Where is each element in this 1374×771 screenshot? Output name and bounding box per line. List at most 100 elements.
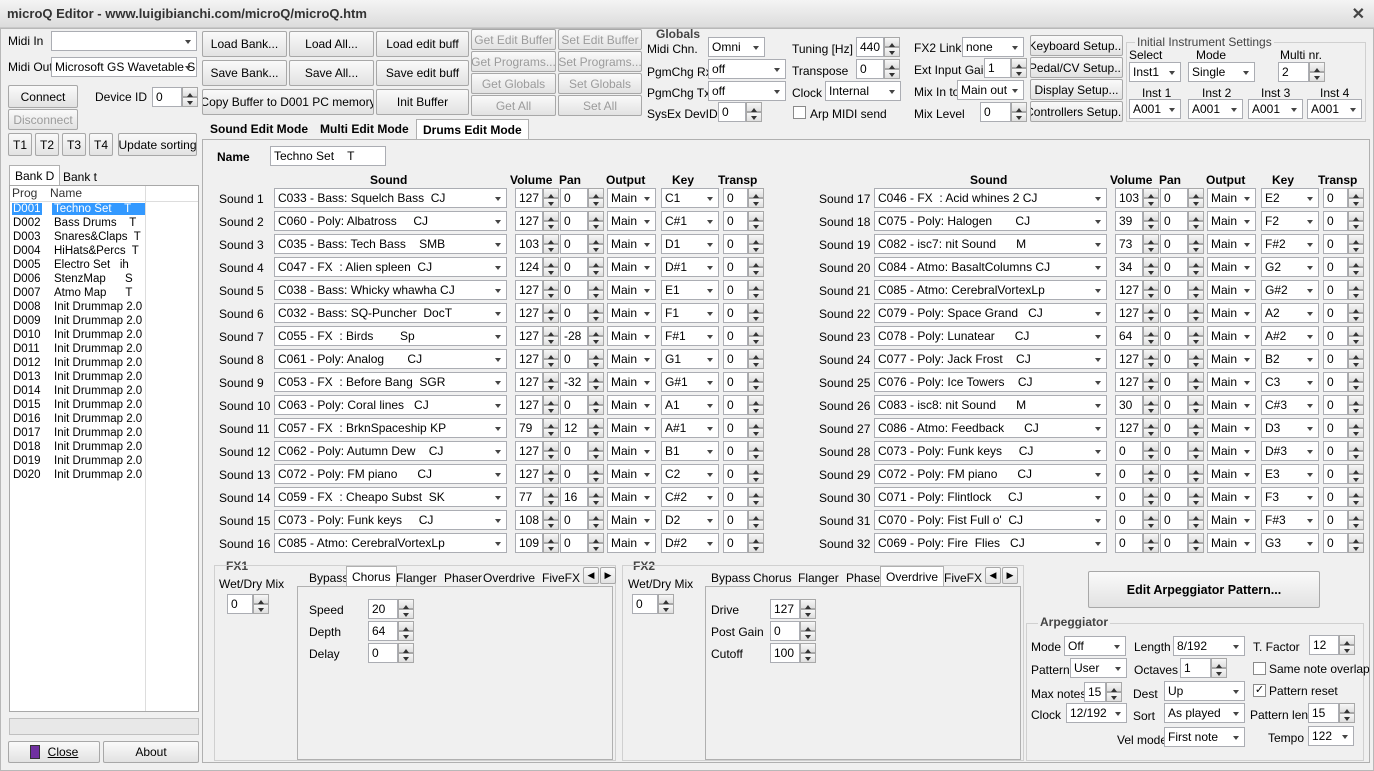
sysex-devid-input[interactable]: 0 (718, 102, 746, 122)
output-select[interactable]: Main (607, 280, 656, 300)
sound-select[interactable]: C072 - Poly: FM piano CJ (874, 464, 1107, 484)
key-select[interactable]: D#1 (661, 257, 719, 277)
volume-input[interactable]: 0 (1115, 464, 1143, 484)
close-button[interactable]: Close (8, 741, 100, 763)
pan-spinner[interactable] (1188, 280, 1204, 300)
output-select[interactable]: Main (1207, 303, 1256, 323)
key-select[interactable]: A#1 (661, 418, 719, 438)
get-programs-button[interactable]: Get Programs... (471, 51, 556, 72)
list-item[interactable]: D002 Bass Drums T (10, 217, 198, 231)
fx2-param-spinner[interactable] (800, 621, 816, 641)
key-select[interactable]: C#1 (661, 211, 719, 231)
volume-spinner[interactable] (543, 303, 559, 323)
transp-input[interactable]: 0 (1323, 487, 1348, 507)
transp-spinner[interactable] (748, 326, 764, 346)
list-item[interactable]: D008 Init Drummap 2.0 (10, 301, 198, 315)
volume-spinner[interactable] (543, 280, 559, 300)
transp-spinner[interactable] (1348, 280, 1364, 300)
list-item[interactable]: D015 Init Drummap 2.0 (10, 399, 198, 413)
output-select[interactable]: Main (1207, 533, 1256, 553)
transp-input[interactable]: 0 (723, 234, 748, 254)
pan-input[interactable]: 16 (560, 487, 588, 507)
save-edit-buff-button[interactable]: Save edit buff (376, 60, 469, 86)
transp-input[interactable]: 0 (723, 464, 748, 484)
key-select[interactable]: F2 (1261, 211, 1319, 231)
pan-input[interactable]: 0 (560, 349, 588, 369)
pan-spinner[interactable] (588, 395, 604, 415)
init-buffer-button[interactable]: Init Buffer (376, 89, 469, 115)
set-edit-buffer-button[interactable]: Set Edit Buffer (558, 29, 642, 50)
pan-spinner[interactable] (588, 234, 604, 254)
volume-spinner[interactable] (1143, 464, 1159, 484)
inst1-select[interactable]: A001 (1129, 99, 1181, 119)
save-all-button[interactable]: Save All... (289, 60, 374, 86)
pan-input[interactable]: 0 (1160, 464, 1188, 484)
tuning-input[interactable]: 440 (856, 37, 884, 57)
list-item[interactable]: D017 Init Drummap 2.0 (10, 427, 198, 441)
pan-input[interactable]: 0 (1160, 280, 1188, 300)
sound-select[interactable]: C055 - FX : Birds Sp (274, 326, 507, 346)
transp-input[interactable]: 0 (723, 441, 748, 461)
transp-input[interactable]: 0 (1323, 326, 1348, 346)
key-select[interactable]: F1 (661, 303, 719, 323)
volume-input[interactable]: 127 (515, 188, 543, 208)
transp-input[interactable]: 0 (1323, 257, 1348, 277)
pan-spinner[interactable] (588, 464, 604, 484)
tab-bank-t[interactable]: Bank t (58, 167, 102, 187)
multi-nr-input[interactable]: 2 (1278, 62, 1309, 82)
output-select[interactable]: Main (1207, 441, 1256, 461)
ext-input-gain-spinner[interactable] (1011, 58, 1027, 78)
tab-fx2-overdrive[interactable]: Overdrive (880, 566, 945, 586)
transp-spinner[interactable] (748, 533, 764, 553)
sound-select[interactable]: C073 - Poly: Funk keys CJ (874, 441, 1107, 461)
pan-spinner[interactable] (588, 349, 604, 369)
sound-select[interactable]: C071 - Poly: Flintlock CJ (874, 487, 1107, 507)
fx2-link-select[interactable]: none (962, 37, 1024, 57)
pan-input[interactable]: 0 (1160, 395, 1188, 415)
fx1-param-input[interactable]: 20 (368, 599, 398, 619)
tab-fx2-fivefx[interactable]: FiveFX (939, 568, 987, 588)
volume-spinner[interactable] (1143, 257, 1159, 277)
list-item[interactable]: D019 Init Drummap 2.0 (10, 455, 198, 469)
transp-spinner[interactable] (1348, 326, 1364, 346)
pan-input[interactable]: 0 (560, 280, 588, 300)
volume-spinner[interactable] (543, 395, 559, 415)
pan-spinner[interactable] (588, 211, 604, 231)
transp-input[interactable]: 0 (723, 510, 748, 530)
volume-spinner[interactable] (1143, 303, 1159, 323)
list-item[interactable]: D013 Init Drummap 2.0 (10, 371, 198, 385)
list-item[interactable]: D006 StenzMap S (10, 273, 198, 287)
sound-select[interactable]: C059 - FX : Cheapo Subst SK (274, 487, 507, 507)
octaves-input[interactable]: 1 (1180, 658, 1211, 678)
transp-spinner[interactable] (1348, 211, 1364, 231)
transp-spinner[interactable] (748, 487, 764, 507)
pedal-cv-setup-button[interactable]: Pedal/CV Setup... (1030, 57, 1123, 78)
pan-input[interactable]: 12 (560, 418, 588, 438)
volume-input[interactable]: 127 (515, 395, 543, 415)
mix-in-to-select[interactable]: Main out (957, 80, 1024, 100)
arp-length-select[interactable]: 8/192 (1173, 636, 1245, 656)
key-select[interactable]: E2 (1261, 188, 1319, 208)
same-note-overlap-checkbox[interactable] (1253, 662, 1266, 675)
sound-select[interactable]: C079 - Poly: Space Grand CJ (874, 303, 1107, 323)
key-select[interactable]: D1 (661, 234, 719, 254)
volume-spinner[interactable] (1143, 234, 1159, 254)
get-all-button[interactable]: Get All (471, 95, 556, 116)
key-select[interactable]: D#2 (661, 533, 719, 553)
pan-input[interactable]: 0 (1160, 211, 1188, 231)
program-list[interactable]: Prog Name D001 Techno Set T D002 Bass Drums… (9, 185, 199, 712)
transp-input[interactable]: 0 (1323, 510, 1348, 530)
pan-input[interactable]: 0 (560, 303, 588, 323)
t1-button[interactable]: T1 (8, 133, 32, 156)
arp-mode-select[interactable]: Off (1064, 636, 1126, 656)
volume-input[interactable]: 0 (1115, 533, 1143, 553)
key-select[interactable]: G#2 (1261, 280, 1319, 300)
pan-spinner[interactable] (1188, 533, 1204, 553)
tab-fx1-chorus[interactable]: Chorus (346, 566, 397, 586)
volume-spinner[interactable] (543, 234, 559, 254)
transp-input[interactable]: 0 (1323, 349, 1348, 369)
output-select[interactable]: Main (607, 188, 656, 208)
pan-input[interactable]: 0 (560, 441, 588, 461)
key-select[interactable]: G1 (661, 349, 719, 369)
key-select[interactable]: E3 (1261, 464, 1319, 484)
